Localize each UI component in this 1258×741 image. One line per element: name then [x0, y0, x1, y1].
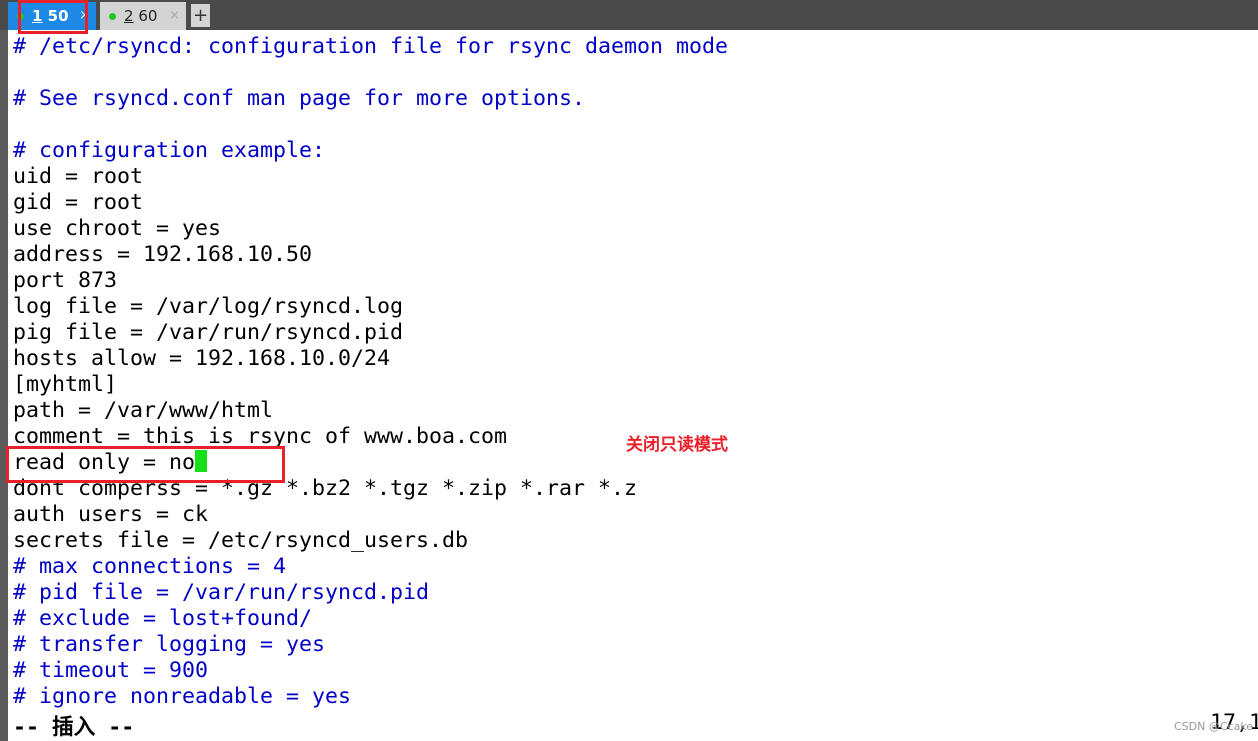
config-line: path = /var/www/html — [13, 398, 728, 424]
line-text: address = 192.168.10.50 — [13, 242, 313, 267]
line-text: secrets file = /etc/rsyncd_users.db — [13, 528, 469, 553]
line-text: pig file = /var/run/rsyncd.pid — [13, 320, 404, 345]
add-tab-button[interactable]: + — [191, 4, 210, 27]
config-line: log file = /var/log/rsyncd.log — [13, 294, 728, 320]
line-text: # See rsyncd.conf man page for more opti… — [13, 86, 586, 111]
highlight-box-line — [6, 446, 285, 483]
config-line: port 873 — [13, 268, 728, 294]
watermark: CSDN @Ccake — [1174, 720, 1254, 733]
config-line: gid = root — [13, 190, 728, 216]
line-text: # ignore nonreadable = yes — [13, 684, 352, 709]
line-text: use chroot = yes — [13, 216, 222, 241]
annotation-text: 关闭只读模式 — [626, 435, 728, 455]
config-line: hosts allow = 192.168.10.0/24 — [13, 346, 728, 372]
line-text: # pid file = /var/run/rsyncd.pid — [13, 580, 430, 605]
config-line: auth users = ck — [13, 502, 728, 528]
line-text: [myhtml] — [13, 372, 118, 397]
config-line: address = 192.168.10.50 — [13, 242, 728, 268]
comment-line: # ignore nonreadable = yes — [13, 684, 728, 710]
comment-line: # transfer logging = yes — [13, 632, 728, 658]
line-text: # max connections = 4 — [13, 554, 287, 579]
line-text: # transfer logging = yes — [13, 632, 326, 657]
close-icon[interactable]: × — [169, 2, 180, 30]
line-text: # exclude = lost+found/ — [13, 606, 313, 631]
tab-number: 2 — [124, 7, 134, 25]
line-text: # /etc/rsyncd: configuration file for rs… — [13, 34, 729, 59]
line-text: gid = root — [13, 190, 144, 215]
tab-label: 60 — [133, 7, 158, 25]
line-text: auth users = ck — [13, 502, 209, 527]
tab-session-2[interactable]: 2 60 × — [100, 2, 186, 30]
status-dot-icon — [109, 13, 116, 20]
comment-line: # /etc/rsyncd: configuration file for rs… — [13, 34, 728, 60]
line-text: port 873 — [13, 268, 118, 293]
config-line: secrets file = /etc/rsyncd_users.db — [13, 528, 728, 554]
line-text: # configuration example: — [13, 138, 326, 163]
comment-line: # See rsyncd.conf man page for more opti… — [13, 86, 728, 112]
comment-line: # max connections = 4 — [13, 554, 728, 580]
comment-line: # timeout = 900 — [13, 658, 728, 684]
comment-line: # exclude = lost+found/ — [13, 606, 728, 632]
comment-line: # pid file = /var/run/rsyncd.pid — [13, 580, 728, 606]
line-text: uid = root — [13, 164, 144, 189]
line-text: hosts allow = 192.168.10.0/24 — [13, 346, 391, 371]
editor-text-area[interactable]: # /etc/rsyncd: configuration file for rs… — [13, 34, 728, 710]
tab-bar: 1 50 × 2 60 × + — [0, 0, 1258, 30]
line-text: # timeout = 900 — [13, 658, 209, 683]
config-line: pig file = /var/run/rsyncd.pid — [13, 320, 728, 346]
comment-line: # configuration example: — [13, 138, 728, 164]
mode-indicator: -- 插入 -- — [13, 715, 135, 740]
highlight-box-tab — [18, 0, 88, 34]
config-line: [myhtml] — [13, 372, 728, 398]
config-line — [13, 60, 728, 86]
config-line — [13, 112, 728, 138]
config-line: uid = root — [13, 164, 728, 190]
config-line: use chroot = yes — [13, 216, 728, 242]
left-border — [0, 30, 8, 741]
line-text: log file = /var/log/rsyncd.log — [13, 294, 404, 319]
line-text: path = /var/www/html — [13, 398, 274, 423]
